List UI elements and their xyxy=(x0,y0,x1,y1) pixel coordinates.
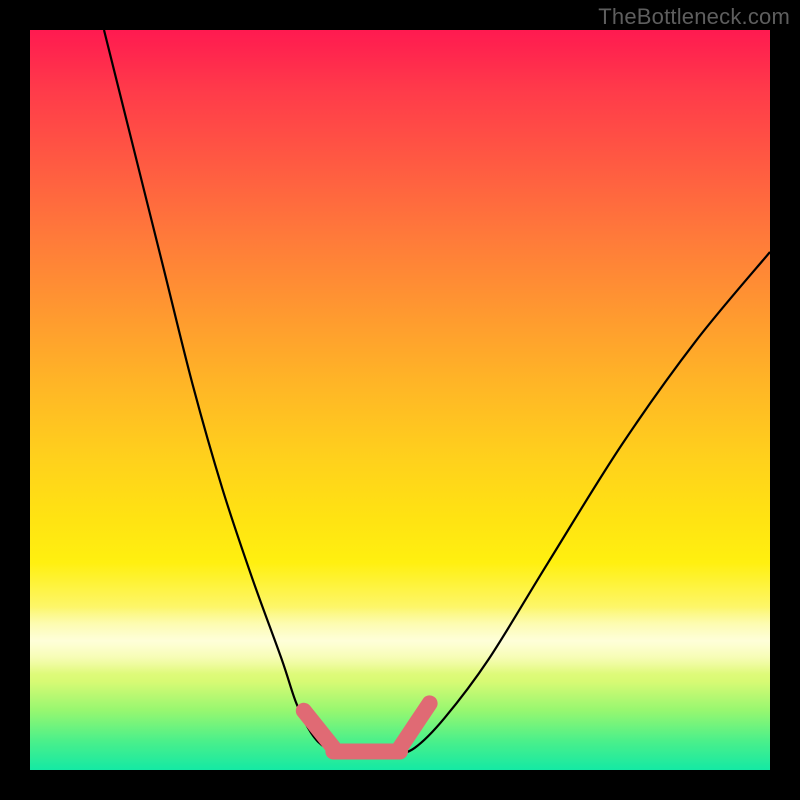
highlight-right-bend xyxy=(400,703,430,747)
bottleneck-curve xyxy=(104,30,770,756)
chart-frame: TheBottleneck.com xyxy=(0,0,800,800)
highlight-curve xyxy=(304,703,430,751)
plot-area xyxy=(30,30,770,770)
watermark-text: TheBottleneck.com xyxy=(598,4,790,30)
main-curve xyxy=(104,30,770,756)
curve-layer xyxy=(30,30,770,770)
